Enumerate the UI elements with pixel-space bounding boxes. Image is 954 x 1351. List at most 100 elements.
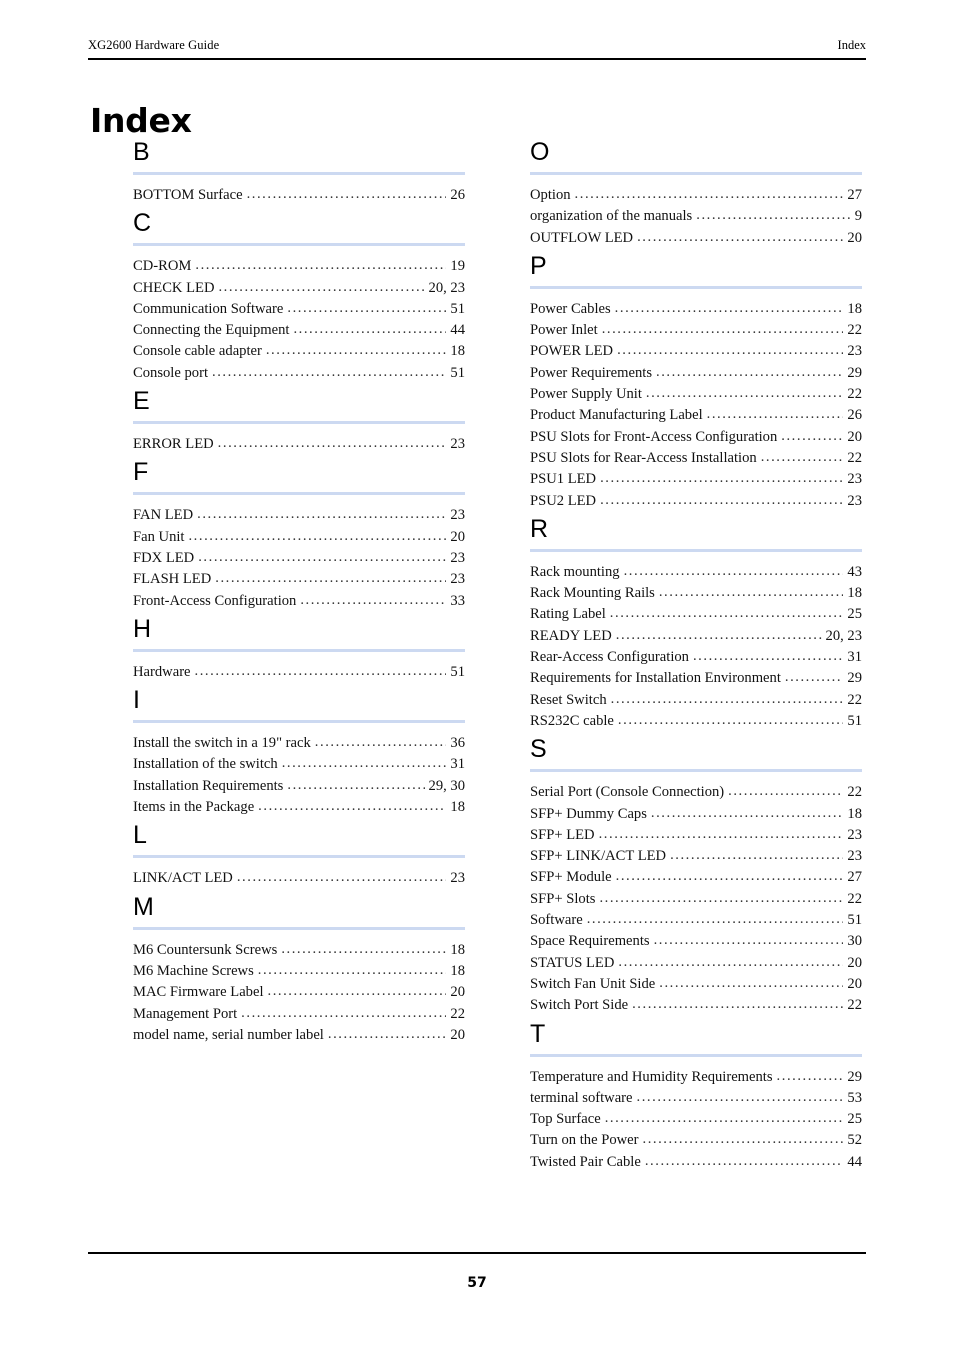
index-entry-label: Console cable adapter (133, 343, 262, 360)
dot-leader: ........................................… (287, 299, 446, 316)
index-group-rule (530, 548, 862, 552)
index-entry[interactable]: model name, serial number label.........… (133, 1025, 465, 1046)
index-entry-page: 43 (847, 563, 862, 580)
index-entry-page: 20 (847, 229, 862, 246)
index-entry[interactable]: terminal software.......................… (530, 1088, 862, 1109)
index-entry[interactable]: Install the switch in a 19" rack........… (133, 733, 465, 754)
index-entry[interactable]: CHECK LED...............................… (133, 278, 465, 299)
index-entry[interactable]: Management Port.........................… (133, 1004, 465, 1025)
index-entry[interactable]: Installation of the switch..............… (133, 754, 465, 775)
index-entry[interactable]: CD-ROM..................................… (133, 256, 465, 277)
index-entry[interactable]: M6 Countersunk Screws...................… (133, 940, 465, 961)
index-group-letter: B (133, 138, 150, 166)
index-entry[interactable]: Top Surface.............................… (530, 1109, 862, 1130)
index-entry[interactable]: Fan Unit................................… (133, 527, 465, 548)
index-entry[interactable]: SFP+ LINK/ACT LED.......................… (530, 846, 862, 867)
index-entry[interactable]: STATUS LED..............................… (530, 953, 862, 974)
index-entry[interactable]: Serial Port (Console Connection)........… (530, 782, 862, 803)
dot-leader: ........................................… (197, 506, 447, 523)
index-entry[interactable]: Rack mounting...........................… (530, 562, 862, 583)
dot-leader: ........................................… (600, 491, 843, 508)
dot-leader: ........................................… (728, 783, 843, 800)
index-entry-label: Space Requirements (530, 933, 650, 950)
index-entry[interactable]: Console port............................… (133, 363, 465, 384)
index-entry[interactable]: PSU Slots for Front-Access Configuration… (530, 427, 862, 448)
index-entry[interactable]: Console cable adapter...................… (133, 341, 465, 362)
index-entry[interactable]: SFP+ LED................................… (530, 825, 862, 846)
index-entry-page: 29 (847, 670, 862, 687)
index-entry[interactable]: Space Requirements......................… (530, 931, 862, 952)
index-group-letter: H (133, 614, 152, 643)
index-entry[interactable]: M6 Machine Screws.......................… (133, 961, 465, 982)
index-entry[interactable]: ERROR LED...............................… (133, 434, 465, 455)
index-entry[interactable]: Option..................................… (530, 185, 862, 206)
index-entry[interactable]: organization of the manuals.............… (530, 206, 862, 227)
index-entry[interactable]: Software................................… (530, 910, 862, 931)
index-entry[interactable]: FAN LED.................................… (133, 505, 465, 526)
index-group-o: O Option.................................… (530, 135, 862, 249)
index-entry[interactable]: FLASH LED...............................… (133, 569, 465, 590)
index-entry-page: 18 (450, 941, 465, 958)
index-entry-label: Switch Fan Unit Side (530, 975, 656, 992)
index-entry-page: 23 (450, 571, 465, 588)
index-group-letter: T (530, 1019, 546, 1048)
index-entry[interactable]: Installation Requirements...............… (133, 776, 465, 797)
dot-leader: ........................................… (670, 847, 843, 864)
index-entry[interactable]: SFP+ Dummy Caps.........................… (530, 804, 862, 825)
index-entry[interactable]: Power Inlet.............................… (530, 320, 862, 341)
index-entry[interactable]: Turn on the Power.......................… (530, 1130, 862, 1151)
index-entry[interactable]: Reset Switch............................… (530, 690, 862, 711)
index-entry[interactable]: Switch Port Side........................… (530, 995, 862, 1016)
index-entry[interactable]: Rating Label............................… (530, 604, 862, 625)
index-entry[interactable]: MAC Firmware Label......................… (133, 982, 465, 1003)
dot-leader: ........................................… (706, 406, 844, 423)
index-entry-label: Product Manufacturing Label (530, 407, 703, 424)
index-entry-page: 26 (847, 407, 862, 424)
index-group-m: M M6 Countersunk Screws..................… (133, 890, 465, 1046)
index-entry[interactable]: Switch Fan Unit Side....................… (530, 974, 862, 995)
index-entry[interactable]: Rear-Access Configuration...............… (530, 647, 862, 668)
index-entry[interactable]: OUTFLOW LED.............................… (530, 228, 862, 249)
index-group-rule (133, 172, 465, 175)
index-entry-page: 20 (847, 428, 862, 445)
index-entry[interactable]: Power Supply Unit.......................… (530, 384, 862, 405)
index-entry[interactable]: Connecting the Equipment................… (133, 320, 465, 341)
index-entry[interactable]: POWER LED...............................… (530, 341, 862, 362)
dot-leader: ........................................… (692, 648, 844, 665)
index-entry[interactable]: LINK/ACT LED............................… (133, 868, 465, 889)
index-entry-label: POWER LED (530, 343, 614, 360)
index-entry[interactable]: Power Requirements......................… (530, 363, 862, 384)
index-entry[interactable]: PSU Slots for Rear-Access Installation..… (530, 448, 862, 469)
index-entry[interactable]: Communication Software..................… (133, 299, 465, 320)
index-entry-page: 20, 23 (428, 279, 465, 296)
index-entry[interactable]: Power Cables............................… (530, 299, 862, 320)
index-entry[interactable]: PSU1 LED................................… (530, 469, 862, 490)
index-entry-label: Requirements for Installation Environmen… (530, 670, 781, 687)
index-entry[interactable]: SFP+ Slots..............................… (530, 889, 862, 910)
index-entry[interactable]: Rack Mounting Rails.....................… (530, 583, 862, 604)
index-entry[interactable]: Front-Access Configuration..............… (133, 591, 465, 612)
dot-leader: ........................................… (632, 996, 844, 1013)
index-entry[interactable]: Items in the Package....................… (133, 797, 465, 818)
index-entry[interactable]: RS232C cable............................… (530, 711, 862, 732)
index-entry[interactable]: FDX LED.................................… (133, 548, 465, 569)
index-entry[interactable]: Product Manufacturing Label.............… (530, 405, 862, 426)
index-entry-page: 51 (450, 300, 465, 317)
index-entry[interactable]: BOTTOM Surface..........................… (133, 185, 465, 206)
index-entry[interactable]: SFP+ Module.............................… (530, 867, 862, 888)
index-entry-label: Rack Mounting Rails (530, 585, 655, 602)
index-entry[interactable]: Temperature and Humidity Requirements...… (530, 1067, 862, 1088)
index-entry[interactable]: READY LED...............................… (530, 626, 862, 647)
index-entry[interactable]: Requirements for Installation Environmen… (530, 668, 862, 689)
index-entry-label: Power Inlet (530, 322, 598, 339)
index-entry[interactable]: Hardware................................… (133, 662, 465, 683)
dot-leader: ........................................… (644, 1152, 844, 1169)
index-entry[interactable]: PSU2 LED................................… (530, 491, 862, 512)
dot-leader: ........................................… (258, 798, 446, 815)
index-entry-label: M6 Machine Screws (133, 962, 254, 979)
index-entry-page: 29 (847, 364, 862, 381)
index-entry[interactable]: Twisted Pair Cable......................… (530, 1152, 862, 1173)
index-page: XG2600 Hardware Guide Index Index B BOTTO… (0, 0, 954, 1351)
index-entry-page: 20, 23 (825, 627, 862, 644)
index-group-b: B BOTTOM Surface.........................… (133, 135, 465, 206)
